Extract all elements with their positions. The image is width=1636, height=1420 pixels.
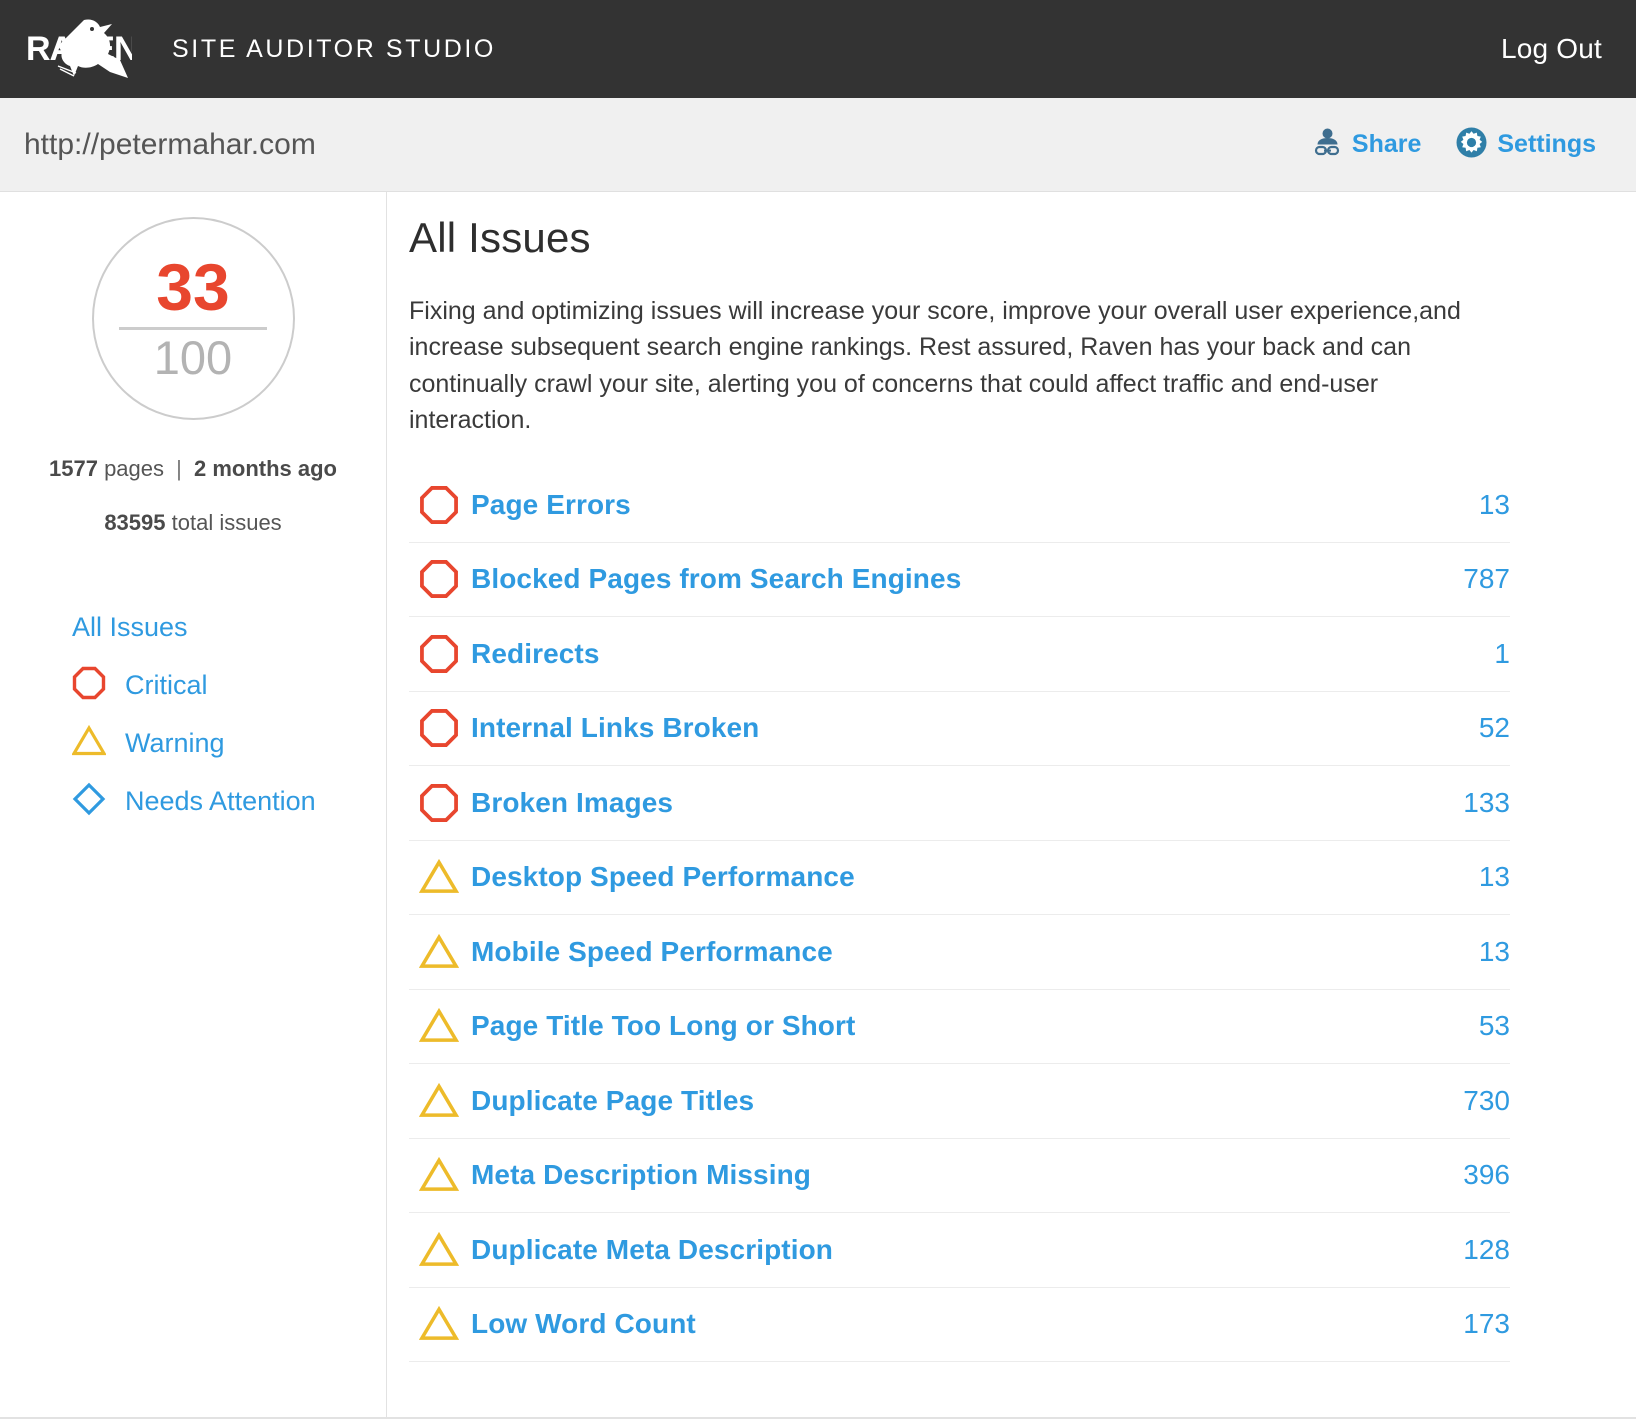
settings-button[interactable]: Settings: [1455, 126, 1596, 164]
triangle-icon: [409, 857, 471, 897]
raven-bird-logo: RAVEN: [24, 16, 132, 82]
triangle-icon: [409, 1155, 471, 1195]
issue-row[interactable]: Desktop Speed Performance 13: [409, 841, 1510, 916]
issue-count: 52: [1479, 712, 1510, 744]
share-label: Share: [1352, 130, 1421, 159]
issue-count: 730: [1463, 1085, 1510, 1117]
issues-list: Page Errors 13 Blocked Pages from Search E…: [409, 468, 1510, 1362]
settings-label: Settings: [1497, 130, 1596, 159]
issue-count: 1: [1494, 638, 1510, 670]
issue-name[interactable]: Blocked Pages from Search Engines: [471, 563, 961, 595]
issue-name[interactable]: Page Title Too Long or Short: [471, 1010, 855, 1042]
sidebar-item-needs-attention[interactable]: Needs Attention: [72, 772, 386, 830]
triangle-icon: [409, 1230, 471, 1270]
issue-name[interactable]: Duplicate Page Titles: [471, 1085, 754, 1117]
person-link-icon: [1312, 127, 1343, 163]
octagon-icon: [409, 559, 471, 599]
triangle-icon: [409, 1081, 471, 1121]
score-divider: [119, 327, 267, 330]
issue-name[interactable]: Internal Links Broken: [471, 712, 759, 744]
issue-row[interactable]: Page Errors 13: [409, 468, 1510, 543]
issue-row[interactable]: Internal Links Broken 52: [409, 692, 1510, 767]
brand: RAVEN SITE AUDITOR STUDIO: [24, 16, 496, 82]
issue-row[interactable]: Blocked Pages from Search Engines 787: [409, 543, 1510, 618]
urlbar-actions: Share Settings: [1312, 126, 1596, 164]
total-issues-label: total issues: [172, 510, 282, 535]
severity-filters: All Issues Critical Warning: [0, 598, 386, 830]
issue-count: 396: [1463, 1159, 1510, 1191]
issue-count: 13: [1479, 489, 1510, 521]
triangle-icon: [409, 1304, 471, 1344]
svg-text:RAVEN: RAVEN: [26, 30, 132, 68]
gear-icon: [1455, 126, 1488, 164]
sidebar-item-critical[interactable]: Critical: [72, 656, 386, 714]
issue-count: 53: [1479, 1010, 1510, 1042]
issue-row[interactable]: Duplicate Meta Description 128: [409, 1213, 1510, 1288]
issue-name[interactable]: Page Errors: [471, 489, 631, 521]
logout-button[interactable]: Log Out: [1501, 33, 1602, 65]
diamond-icon: [72, 782, 106, 821]
issue-row[interactable]: Duplicate Page Titles 730: [409, 1064, 1510, 1139]
main-panel: All Issues Fixing and optimizing issues …: [387, 192, 1636, 1419]
issue-count: 13: [1479, 861, 1510, 893]
octagon-icon: [409, 783, 471, 823]
total-issues-count: 83595: [104, 510, 165, 535]
pages-count: 1577: [49, 456, 98, 481]
sidebar: 33 100 1577 pages | 2 months ago 83595 t…: [0, 192, 387, 1419]
issue-count: 133: [1463, 787, 1510, 819]
filter-label-needs-attention: Needs Attention: [125, 786, 316, 817]
bottom-divider: [0, 1417, 1636, 1419]
issue-row[interactable]: Redirects 1: [409, 617, 1510, 692]
issue-name[interactable]: Mobile Speed Performance: [471, 936, 833, 968]
site-url: http://petermahar.com: [24, 128, 316, 162]
total-issues: 83595 total issues: [104, 510, 281, 536]
crawl-time: 2 months ago: [194, 456, 337, 481]
app-title: SITE AUDITOR STUDIO: [172, 35, 496, 64]
meta-separator: |: [176, 456, 182, 481]
octagon-icon: [409, 708, 471, 748]
filter-label-all-issues: All Issues: [72, 612, 188, 643]
issue-row[interactable]: Page Title Too Long or Short 53: [409, 990, 1510, 1065]
octagon-icon: [409, 634, 471, 674]
issue-name[interactable]: Meta Description Missing: [471, 1159, 811, 1191]
issue-name[interactable]: Redirects: [471, 638, 600, 670]
triangle-icon: [409, 932, 471, 972]
issue-count: 128: [1463, 1234, 1510, 1266]
issue-name[interactable]: Duplicate Meta Description: [471, 1234, 833, 1266]
issue-row[interactable]: Low Word Count 173: [409, 1288, 1510, 1363]
octagon-icon: [72, 666, 106, 705]
score-max: 100: [154, 334, 232, 381]
issue-count: 13: [1479, 936, 1510, 968]
sidebar-item-warning[interactable]: Warning: [72, 714, 386, 772]
issue-name[interactable]: Broken Images: [471, 787, 673, 819]
issue-row[interactable]: Mobile Speed Performance 13: [409, 915, 1510, 990]
issue-count: 787: [1463, 563, 1510, 595]
share-button[interactable]: Share: [1312, 127, 1421, 163]
triangle-icon: [72, 724, 106, 763]
sidebar-item-all-issues[interactable]: All Issues: [72, 598, 386, 656]
content-area: 33 100 1577 pages | 2 months ago 83595 t…: [0, 192, 1636, 1419]
filter-label-critical: Critical: [125, 670, 208, 701]
crawl-summary: 1577 pages | 2 months ago: [49, 456, 337, 482]
issue-name[interactable]: Low Word Count: [471, 1308, 696, 1340]
intro-paragraph: Fixing and optimizing issues will increa…: [409, 293, 1499, 438]
page-title: All Issues: [409, 214, 1510, 262]
octagon-icon: [409, 485, 471, 525]
issue-row[interactable]: Broken Images 133: [409, 766, 1510, 841]
issue-name[interactable]: Desktop Speed Performance: [471, 861, 855, 893]
filter-label-warning: Warning: [125, 728, 225, 759]
score-gauge: 33 100: [92, 217, 295, 420]
pages-label: pages: [104, 456, 164, 481]
url-bar: http://petermahar.com Share: [0, 98, 1636, 192]
issue-row[interactable]: Meta Description Missing 396: [409, 1139, 1510, 1214]
issue-count: 173: [1463, 1308, 1510, 1340]
score-value: 33: [156, 256, 229, 319]
app-header: RAVEN SITE AUDITOR STUDIO Log Out: [0, 0, 1636, 98]
triangle-icon: [409, 1006, 471, 1046]
